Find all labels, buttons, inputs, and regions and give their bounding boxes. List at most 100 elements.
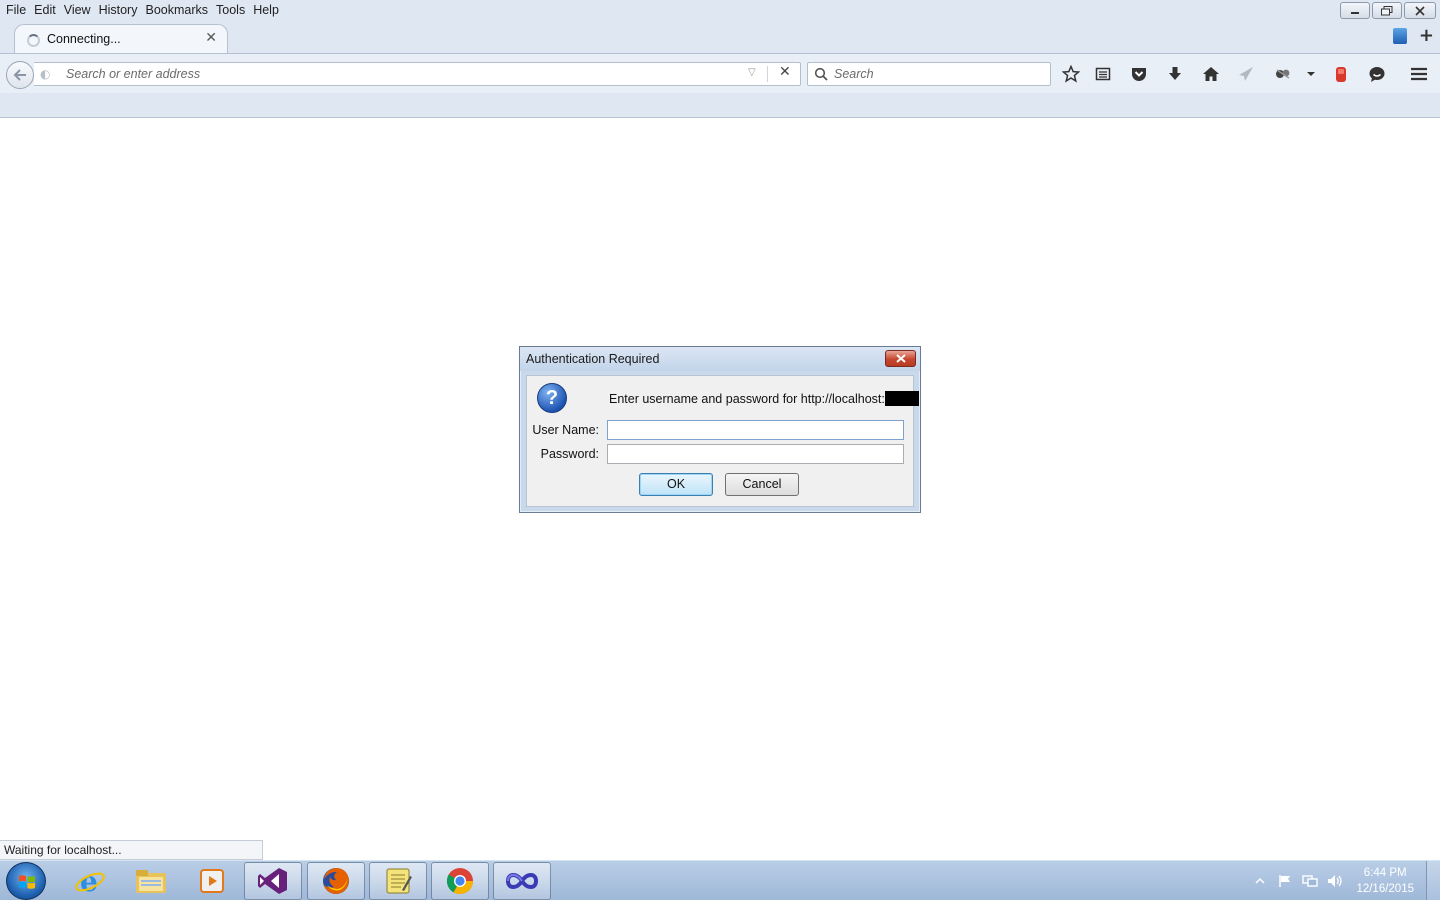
password-label: Password: [540,447,599,461]
menu-history[interactable]: History [95,1,142,19]
url-history-dropdown-icon[interactable]: ▽ [748,67,756,78]
menu-bookmarks[interactable]: Bookmarks [141,1,212,19]
redacted-port-block [884,391,919,406]
taskbar-internet-explorer[interactable]: e [61,862,119,900]
url-bar: ◐ ▽ ✕ [34,62,801,86]
taskbar-file-explorer[interactable] [122,862,180,900]
system-tray: 6:44 PM 12/16/2015 [1252,861,1414,900]
notes-icon [386,868,412,894]
question-icon: ? [537,383,567,413]
addon-puzzle-icon [1276,69,1290,79]
bookmark-star-button[interactable] [1060,63,1082,85]
menu-view[interactable]: View [60,1,95,19]
close-window-button[interactable] [1404,2,1436,19]
folder-icon [136,870,166,893]
action-center-button[interactable] [1277,874,1293,888]
loading-spinner-icon [27,34,40,47]
password-input[interactable] [607,444,904,464]
stop-loading-icon[interactable]: ✕ [779,64,791,80]
clock-date: 12/16/2015 [1356,883,1414,895]
authentication-dialog: Authentication Required ? Enter username… [519,346,921,513]
addon-dropdown-button[interactable] [1300,63,1322,85]
back-arrow-icon [13,69,26,81]
network-button[interactable] [1302,874,1319,888]
tab-connecting[interactable]: Connecting... ✕ [14,24,228,54]
close-icon [1415,5,1425,16]
menu-file[interactable]: File [2,1,30,19]
window-controls [1340,2,1436,19]
taskbar-notes-app[interactable] [369,862,427,900]
open-menu-button[interactable] [1408,63,1430,85]
dialog-title-bar[interactable]: Authentication Required [520,347,920,371]
url-input[interactable] [66,65,736,83]
clock-time: 6:44 PM [1363,867,1407,879]
home-icon [1203,67,1219,81]
dialog-title: Authentication Required [526,352,660,366]
network-icon [1302,875,1319,887]
taskbar-media-player[interactable] [183,862,241,900]
bookmarks-menu-button[interactable] [1092,63,1114,85]
show-hidden-icons-button[interactable] [1252,874,1268,888]
pocket-button[interactable] [1128,63,1150,85]
red-extension-icon [1336,67,1346,82]
downloads-button[interactable] [1164,63,1186,85]
tab-close-icon[interactable]: ✕ [205,30,217,46]
menu-tools[interactable]: Tools [212,1,249,19]
share-button[interactable] [1235,63,1257,85]
site-identity-icon[interactable]: ◐ [40,67,54,81]
ok-button[interactable]: OK [639,473,713,496]
username-label: User Name: [532,423,599,437]
taskbar-visual-studio[interactable] [244,862,302,900]
dialog-body: ? Enter username and password for http:/… [526,375,919,507]
tab-title: Connecting... [47,32,121,46]
speaker-icon [1328,875,1343,887]
dialog-message: Enter username and password for http://l… [609,391,919,406]
hamburger-menu-icon [1411,67,1427,81]
start-button[interactable] [6,862,46,900]
restore-button[interactable] [1372,2,1402,19]
dialog-close-button[interactable] [885,350,916,367]
taskbar: e 6:44 PM 12/16/2015 [0,860,1440,900]
search-icon[interactable] [814,67,828,81]
bookmarks-list-icon [1095,67,1111,81]
svg-text:e: e [80,866,98,896]
chrome-icon [446,868,474,895]
username-input[interactable] [607,420,904,440]
paper-plane-icon [1239,67,1253,81]
flag-icon [1279,875,1291,887]
ie-icon: e [75,866,105,896]
taskbar-chrome[interactable] [431,862,489,900]
visual-studio-icon [258,868,287,894]
show-desktop-button[interactable] [1426,861,1440,900]
minimize-button[interactable] [1340,2,1370,19]
menu-help[interactable]: Help [249,1,283,19]
browser-chrome: File Edit View History Bookmarks Tools H… [0,0,1440,118]
addon-button[interactable] [1272,63,1294,85]
volume-button[interactable] [1327,874,1343,888]
sync-icon[interactable] [1392,28,1407,44]
cancel-button[interactable]: Cancel [725,473,799,496]
search-input[interactable] [834,65,1044,83]
download-arrow-icon [1169,67,1181,80]
dropdown-arrow-icon [1307,72,1315,76]
navigation-toolbar: ◐ ▽ ✕ [0,53,1440,93]
back-button[interactable] [6,61,34,89]
search-bar [807,62,1051,86]
media-player-icon [200,869,224,893]
home-button[interactable] [1200,63,1222,85]
url-separator [767,66,768,82]
new-tab-button[interactable]: + [1419,27,1434,45]
chevron-up-icon [1255,877,1265,884]
tabstrip-right-actions: + [1392,27,1434,45]
extension-red-button[interactable] [1330,63,1352,85]
taskbar-infinity-app[interactable] [493,862,551,900]
chat-button[interactable] [1366,63,1388,85]
clock[interactable]: 6:44 PM 12/16/2015 [1356,865,1414,897]
restore-icon [1381,5,1393,15]
chat-bubble-icon [1369,67,1385,82]
menu-edit[interactable]: Edit [30,1,60,19]
windows-logo-icon [19,875,35,889]
firefox-icon [323,868,349,894]
status-panel: Waiting for localhost... [0,840,263,860]
taskbar-firefox[interactable] [307,862,365,900]
